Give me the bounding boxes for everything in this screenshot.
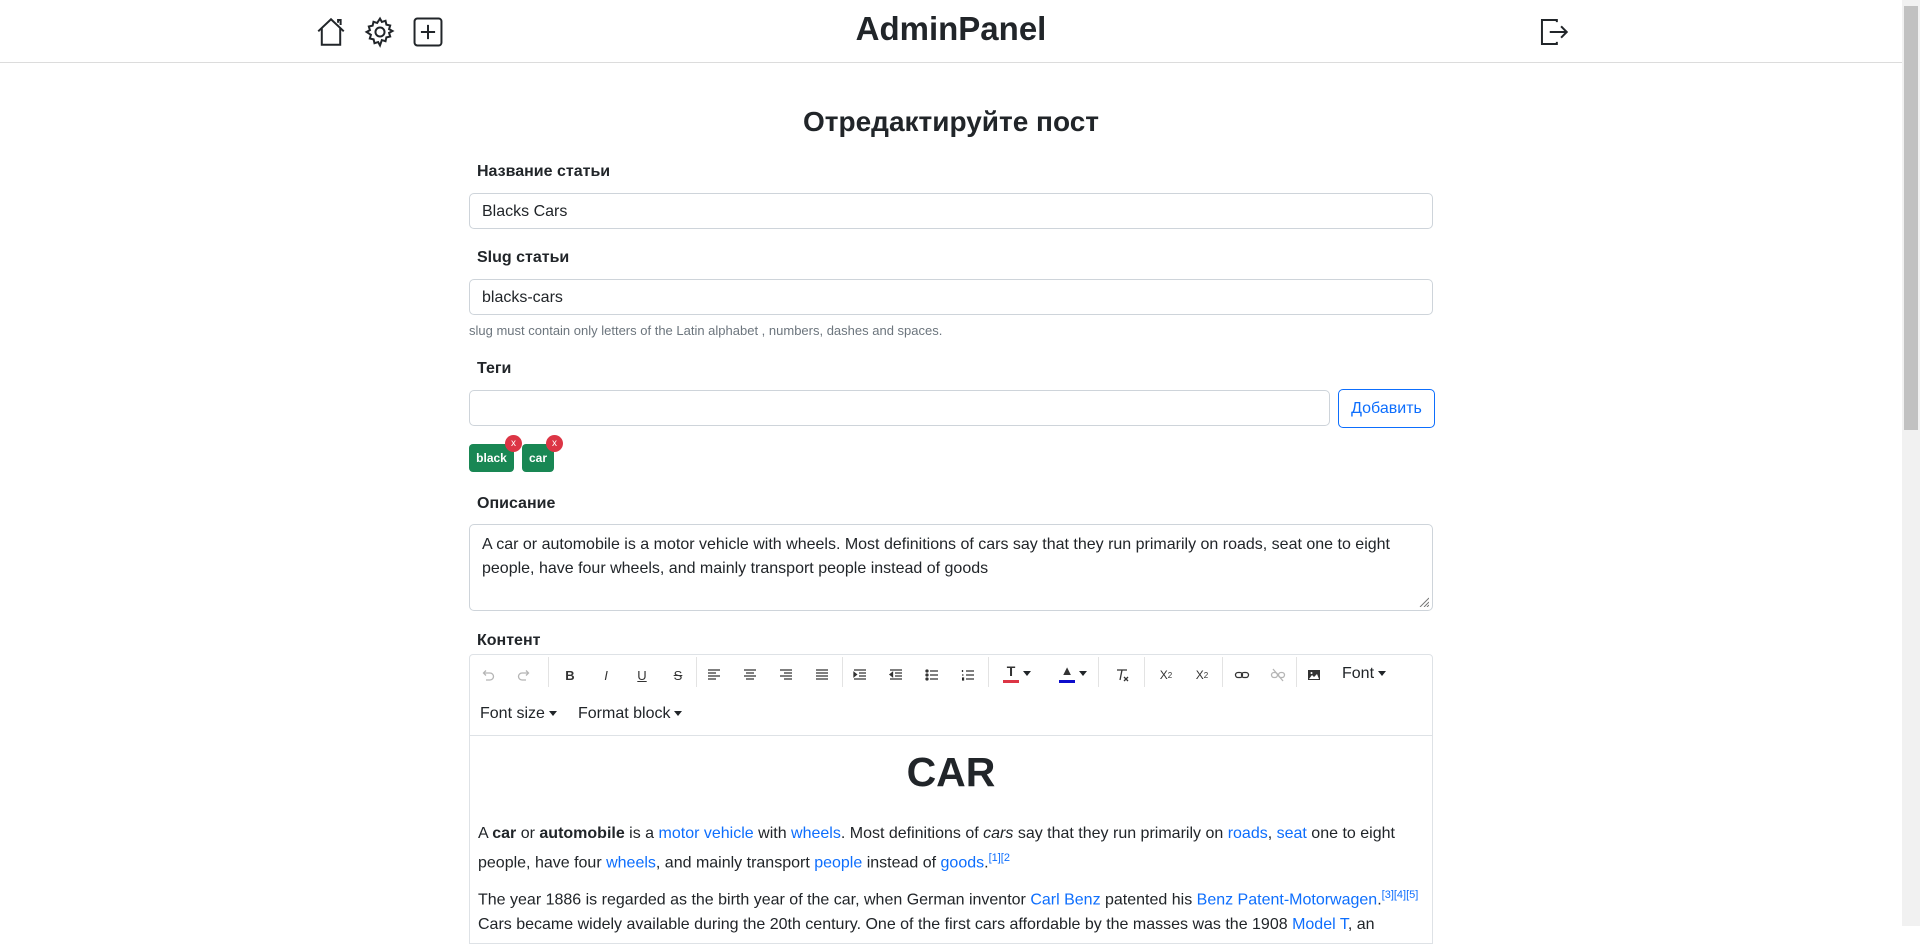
highlight-color-icon[interactable]: ▲ [1056,661,1090,685]
content-link[interactable]: wheels [791,825,841,842]
format-block-dropdown-label: Format block [578,705,671,722]
font-size-dropdown-label: Font size [480,705,545,722]
slug-label: Slug статьи [477,249,570,266]
ordered-list-icon[interactable] [956,663,980,687]
slug-hint: slug must contain only letters of the La… [469,323,943,338]
content-link[interactable]: Carl Benz [1030,892,1100,909]
logout-icon[interactable] [1536,14,1572,50]
undo-icon[interactable] [476,663,500,687]
content-link[interactable]: people [814,854,862,871]
content-label: Контент [477,632,541,649]
font-dropdown-label: Font [1342,665,1375,682]
resize-grip-icon[interactable] [1419,597,1429,607]
add-tag-button[interactable]: Добавить [1338,389,1435,428]
rich-text-editor[interactable]: B I U S T ▲ X2 X2 Font Font size Format … [469,654,1433,944]
top-navbar: AdminPanel [0,0,1902,63]
align-right-icon[interactable] [774,663,798,687]
editor-toolbar: B I U S T ▲ X2 X2 Font Font size Format … [470,655,1432,736]
bold-icon[interactable]: B [558,663,582,687]
font-dropdown[interactable]: Font [1342,665,1387,683]
content-link[interactable]: Model T [1292,916,1348,933]
subscript-icon[interactable]: X2 [1154,663,1178,687]
italic-icon[interactable]: I [594,663,618,687]
unordered-list-icon[interactable] [920,663,944,687]
page-title: Отредактируйте пост [803,106,1099,137]
content-link[interactable]: seat [1277,825,1307,842]
align-center-icon[interactable] [738,663,762,687]
underline-icon[interactable]: U [630,663,654,687]
description-label: Описание [477,495,556,512]
scrollbar-thumb[interactable] [1904,6,1918,430]
description-text: A car or automobile is a motor vehicle w… [482,536,1390,577]
font-size-dropdown[interactable]: Font size [480,705,557,723]
content-link[interactable]: wheels [606,854,656,871]
slug-input[interactable]: blacks-cars [469,279,1433,315]
align-justify-icon[interactable] [810,663,834,687]
description-textarea[interactable]: A car or automobile is a motor vehicle w… [469,524,1433,611]
indent-icon[interactable] [848,663,872,687]
strikethrough-icon[interactable]: S [666,663,690,687]
content-paragraph: A car or automobile is a motor vehicle w… [478,825,1395,872]
content-paragraph: The year 1886 is regarded as the birth y… [478,889,1419,933]
content-link[interactable]: Benz Patent-Motorwagen [1197,892,1378,909]
tags-input[interactable] [469,390,1330,426]
format-block-dropdown[interactable]: Format block [578,705,683,723]
title-label: Название статьи [477,163,611,180]
outdent-icon[interactable] [884,663,908,687]
content-link[interactable]: motor vehicle [659,825,754,842]
clear-format-icon[interactable] [1110,663,1134,687]
citation[interactable]: [3][4][5] [1382,889,1419,901]
content-link[interactable]: roads [1228,825,1268,842]
brand-title: AdminPanel [855,10,1047,47]
content-heading: CAR [906,749,996,795]
superscript-icon[interactable]: X2 [1190,663,1214,687]
editor-content[interactable]: CAR A car or automobile is a motor vehic… [470,744,1432,937]
tag-remove-button[interactable]: x [505,435,522,452]
redo-icon[interactable] [512,663,536,687]
link-icon[interactable] [1230,663,1254,687]
image-icon[interactable] [1302,663,1326,687]
citation[interactable]: [1][2 [989,852,1010,864]
unlink-icon[interactable] [1266,663,1290,687]
scrollbar[interactable] [1902,0,1920,926]
text-color-icon[interactable]: T [1000,661,1034,685]
align-left-icon[interactable] [702,663,726,687]
content-link[interactable]: goods [941,854,985,871]
tag-remove-button[interactable]: x [546,435,563,452]
tags-label: Теги [477,360,512,377]
title-input[interactable]: Blacks Cars [469,193,1433,229]
